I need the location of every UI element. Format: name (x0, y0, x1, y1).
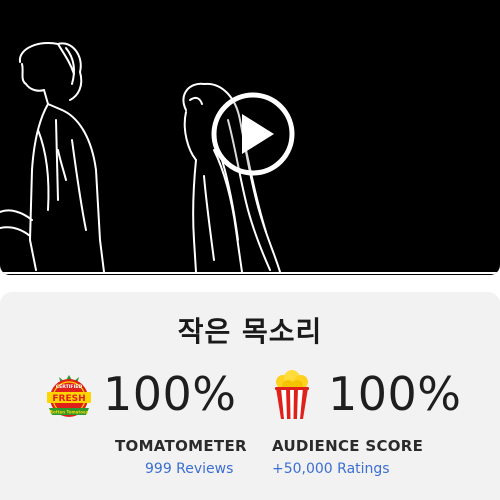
badge-fresh-text: FRESH (52, 394, 85, 404)
audience-score: 100% (328, 367, 462, 421)
badge-certified-text: CERTIFIED (56, 384, 83, 390)
certified-fresh-icon: FRESH CERTIFIED Rotten Tomatoes (47, 375, 91, 417)
play-icon[interactable] (209, 90, 297, 178)
video-player[interactable] (0, 0, 500, 275)
badge-brand-text: Rotten Tomatoes (50, 410, 89, 415)
tomatometer-block: FRESH CERTIFIED Rotten Tomatoes 100% TOM… (45, 367, 255, 487)
audience-ratings-link[interactable]: +50,000 Ratings (272, 461, 390, 477)
popcorn-icon (275, 370, 309, 419)
tomatometer-score: 100% (103, 367, 237, 421)
audience-score-block: 100% AUDIENCE SCORE +50,000 Ratings (270, 367, 490, 487)
audience-score-label: AUDIENCE SCORE (272, 437, 424, 455)
score-card: 작은 목소리 FRESH CERTIFIED Rotten Tomatoes 1… (0, 292, 500, 500)
page-title: 작은 목소리 (177, 315, 323, 348)
tomatometer-reviews-link[interactable]: 999 Reviews (145, 461, 233, 477)
tomatometer-label: TOMATOMETER (115, 437, 247, 455)
